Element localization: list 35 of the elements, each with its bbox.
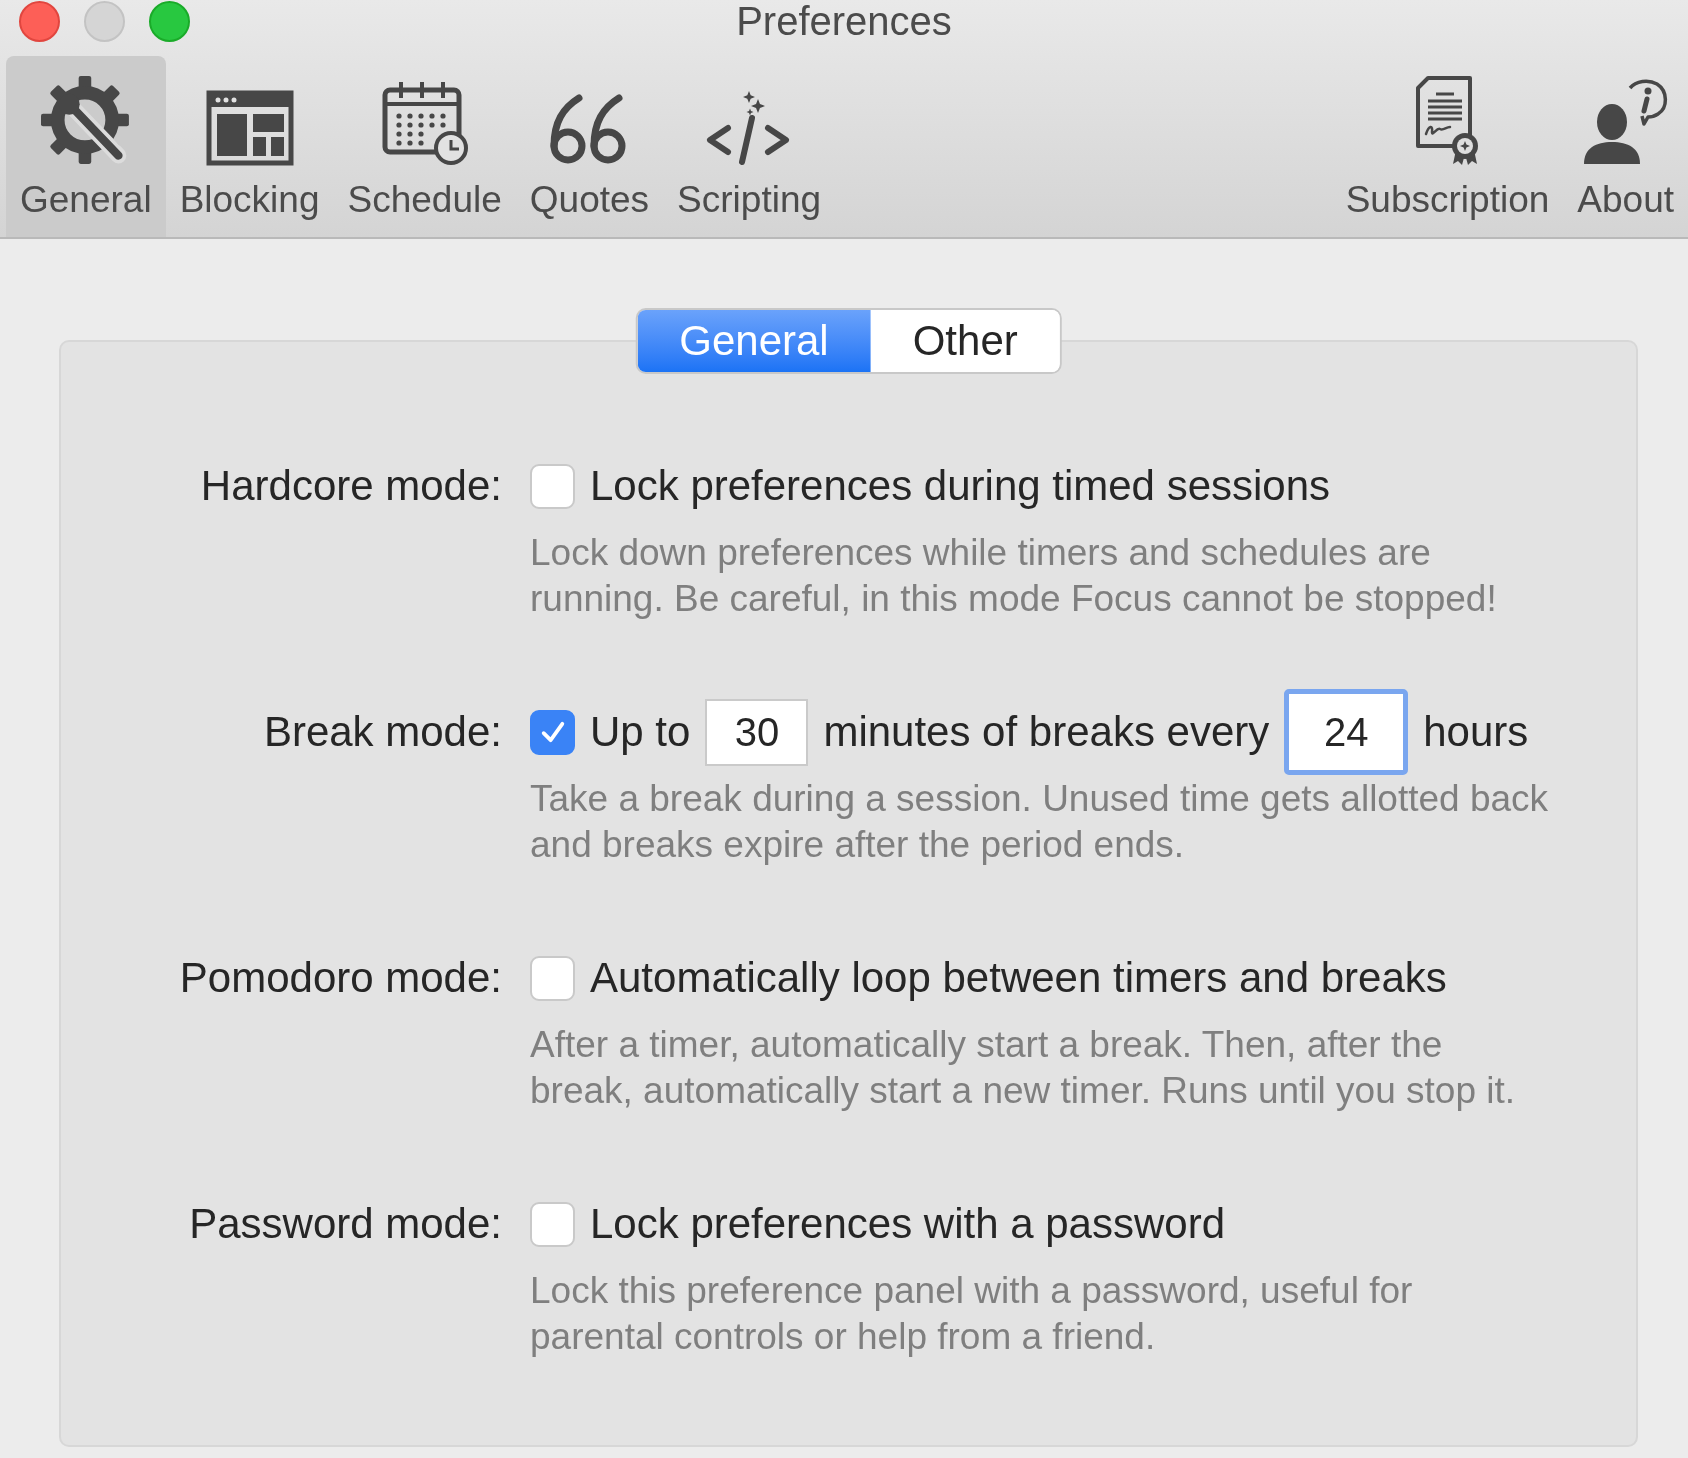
toolbar-tab[interactable]: Blocking	[165, 56, 334, 237]
setting-label: Password mode:	[189, 1199, 502, 1249]
option-text: hours	[1423, 707, 1529, 757]
person-info-icon	[1581, 78, 1670, 166]
toolbar-tab[interactable]: General	[6, 56, 166, 237]
toolbar-tab[interactable]: Quotes	[515, 56, 664, 237]
segment-tab[interactable]: General	[637, 310, 871, 372]
setting-description: After a timer, automatically start a break. Then, after the break, automatically start a new timer. Runs until you stop it.	[530, 1023, 1517, 1113]
gear-wrench-icon	[40, 76, 131, 166]
option-text: Up to	[590, 707, 691, 757]
toolbar-tab[interactable]: Schedule	[333, 56, 516, 237]
segment-tab[interactable]: Other	[870, 310, 1060, 372]
setting-label: Hardcore mode:	[200, 461, 502, 511]
number-field[interactable]: 30	[705, 698, 809, 766]
zoom-button[interactable]	[149, 0, 190, 42]
setting-label: Pomodoro mode:	[179, 953, 502, 1003]
setting-label: Break mode:	[263, 707, 502, 757]
checkbox[interactable]	[530, 709, 575, 755]
checkbox[interactable]	[530, 463, 575, 509]
option-text: Lock preferences during timed sessions	[590, 461, 1331, 511]
setting-description: Lock down preferences while timers and schedules are running. Be careful, in this mode Focus cannot be stopped!	[530, 531, 1498, 621]
option-text: Automatically loop between timers and breaks	[590, 953, 1447, 1003]
number-field[interactable]: 24	[1284, 689, 1409, 775]
option-text: minutes of breaks every	[823, 707, 1270, 757]
checkbox[interactable]	[530, 955, 575, 1001]
setting-description: Take a break during a session. Unused time gets allotted back and breaks expire after the period ends.	[530, 777, 1550, 867]
close-button[interactable]	[19, 0, 60, 42]
option-text: Lock preferences with a password	[590, 1199, 1225, 1249]
toolbar-tab[interactable]: About	[1563, 56, 1688, 237]
toolbar-tab[interactable]: Subscription	[1331, 56, 1564, 237]
setting-description: Lock this preference panel with a password, useful for parental controls or help from a friend.	[530, 1269, 1414, 1359]
certificate-icon	[1414, 74, 1481, 166]
window-title: Preferences	[736, 0, 952, 42]
checkbox[interactable]	[530, 1201, 575, 1247]
toolbar-tab[interactable]: Scripting	[663, 56, 836, 237]
